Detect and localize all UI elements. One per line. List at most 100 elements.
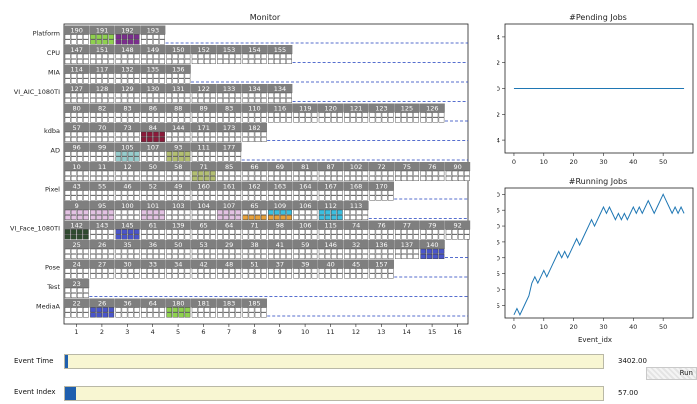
gpu-slot: [369, 190, 376, 196]
event-index-slider[interactable]: [64, 386, 604, 401]
gpu-slot: [203, 307, 210, 313]
gpu-slot: [121, 214, 128, 220]
gpu-slot: [70, 268, 77, 274]
gpu-slot: [413, 112, 419, 118]
job-id-label: 115: [324, 222, 336, 230]
gpu-slot: [356, 253, 363, 259]
gpu-slot: [127, 34, 134, 40]
gpu-slot: [166, 190, 173, 196]
gpu-slot: [70, 248, 77, 254]
gpu-slot: [140, 73, 147, 79]
gpu-slot: [133, 117, 140, 123]
gpu-slot: [108, 214, 115, 220]
gpu-slot: [115, 92, 122, 98]
gpu-slot: [153, 190, 159, 196]
running-chart-title: #Running Jobs: [569, 177, 628, 186]
gpu-slot: [102, 248, 108, 254]
job-id-label: 112: [324, 202, 336, 210]
job-id-label: 25: [73, 241, 81, 249]
gpu-slot: [260, 273, 267, 279]
gpu-slot: [350, 190, 356, 196]
gpu-slot: [242, 175, 249, 181]
gpu-slot: [324, 234, 331, 240]
job-id-label: 84: [149, 124, 157, 132]
gpu-slot: [147, 214, 153, 220]
gpu-slot: [172, 117, 179, 123]
job-id-label: 173: [223, 124, 235, 132]
gpu-slot: [96, 229, 102, 235]
job-id-label: 9: [75, 202, 79, 210]
job-id-label: 80: [73, 105, 81, 113]
gpu-slot: [451, 170, 458, 176]
gpu-slot: [337, 234, 343, 240]
gpu-slot: [90, 209, 96, 215]
gpu-slot: [178, 175, 185, 181]
gpu-slot: [191, 170, 198, 176]
gpu-slot: [248, 131, 255, 137]
gpu-slot: [127, 312, 134, 318]
gpu-slot: [172, 307, 179, 313]
gpu-slot: [280, 209, 286, 215]
gpu-slot: [381, 268, 388, 274]
gpu-slot: [147, 268, 153, 274]
gpu-slot: [64, 136, 71, 142]
gpu-slot: [229, 97, 236, 103]
gpu-slot: [159, 34, 165, 40]
gpu-slot: [96, 248, 102, 254]
gpu-slot: [381, 234, 388, 240]
gpu-slot: [445, 175, 452, 181]
gpu-slot: [280, 170, 286, 176]
gpu-slot: [133, 151, 140, 157]
gpu-slot: [337, 214, 343, 220]
gpu-slot: [331, 209, 337, 215]
job-id-label: 77: [403, 222, 411, 230]
gpu-slot: [420, 234, 427, 240]
gpu-slot: [324, 112, 331, 118]
gpu-slot: [159, 117, 165, 123]
gpu-slot: [293, 175, 300, 181]
gpu-slot: [191, 190, 198, 196]
gpu-slot: [254, 59, 261, 65]
gpu-slot: [254, 170, 261, 176]
gpu-slot: [166, 170, 173, 176]
gpu-slot: [133, 175, 140, 181]
gpu-slot: [235, 175, 242, 181]
gpu-slot: [331, 190, 337, 196]
job-id-label: 163: [274, 183, 286, 191]
gpu-slot: [83, 175, 89, 181]
gpu-slot: [108, 307, 115, 313]
gpu-slot: [115, 136, 122, 142]
gpu-slot: [140, 59, 147, 65]
gpu-slot: [203, 190, 210, 196]
gpu-slot: [153, 97, 159, 103]
gpu-slot: [70, 214, 77, 220]
gpu-slot: [159, 136, 165, 142]
gpu-slot: [223, 190, 229, 196]
gpu-slot: [260, 97, 267, 103]
gpu-slot: [350, 112, 356, 118]
gpu-slot: [76, 234, 83, 240]
gpu-slot: [83, 209, 89, 215]
gpu-slot: [159, 312, 165, 318]
gpu-slot: [108, 34, 115, 40]
gpu-slot: [166, 97, 173, 103]
gpu-slot: [280, 195, 286, 201]
gpu-slot: [299, 273, 306, 279]
gpu-slot: [331, 253, 337, 259]
gpu-slot: [229, 112, 236, 118]
job-id-label: 183: [223, 300, 235, 308]
run-button[interactable]: Run: [646, 367, 697, 380]
job-id-label: 45: [352, 261, 360, 269]
job-id-label: 106: [299, 222, 311, 230]
job-id-label: 113: [350, 202, 362, 210]
gpu-slot: [248, 190, 255, 196]
gpu-slot: [210, 209, 216, 215]
gpu-slot: [420, 248, 427, 254]
gpu-slot: [420, 253, 427, 259]
gpu-slot: [401, 112, 407, 118]
gpu-slot: [381, 248, 388, 254]
event-time-slider[interactable]: [64, 354, 604, 369]
gpu-slot: [159, 39, 165, 45]
gpu-slot: [318, 112, 325, 118]
gpu-slot: [248, 248, 255, 254]
